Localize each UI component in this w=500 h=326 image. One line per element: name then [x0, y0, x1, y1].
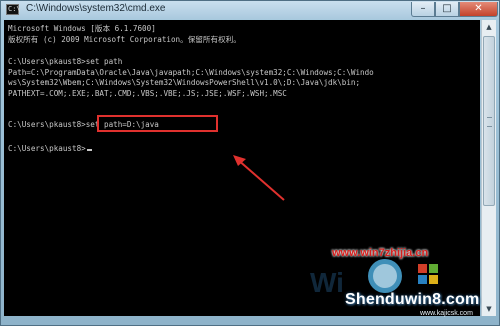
window-title: C:\Windows\system32\cmd.exe	[26, 3, 166, 14]
scroll-thumb[interactable]	[483, 36, 495, 206]
current-prompt-text: C:\Users\pkaust8>	[8, 144, 86, 153]
scroll-down-icon[interactable]: ▼	[483, 303, 495, 315]
scroll-grip-icon	[487, 117, 492, 127]
watermark-small-url: www.kajicsk.com	[420, 310, 473, 317]
console-line-prompt-set-path: C:\Users\pkaust8>set path	[8, 57, 123, 66]
console-line-path-1: Path=C:\ProgramData\Oracle\Java\javapath…	[8, 68, 374, 77]
minimize-button[interactable]: –	[411, 2, 435, 17]
scroll-up-icon[interactable]: ▲	[483, 21, 495, 33]
console-line-current-prompt[interactable]: C:\Users\pkaust8>	[8, 144, 92, 154]
maximize-button[interactable]: □	[435, 2, 459, 17]
highlight-box	[97, 115, 218, 132]
console-line-pathext: PATHEXT=.COM;.EXE;.BAT;.CMD;.VBS;.VBE;.J…	[8, 89, 287, 98]
svg-text:Wi: Wi	[310, 267, 344, 298]
console-line-version: Microsoft Windows [版本 6.1.7600]	[8, 24, 156, 33]
vertical-scrollbar[interactable]: ▲ ▼	[481, 20, 496, 316]
title-bar[interactable]: C:\ C:\Windows\system32\cmd.exe – □ ✕	[1, 1, 499, 19]
watermark-brand: Shenduwin8.com	[345, 291, 480, 308]
cmd-icon-label: C:\	[8, 5, 21, 13]
console-line-copyright: 版权所有 (c) 2009 Microsoft Corporation。保留所有…	[8, 35, 241, 44]
red-arrow-icon	[233, 155, 285, 201]
console-line-path-2: ws\System32\Wbem;C:\Windows\System32\Win…	[8, 78, 361, 87]
close-button[interactable]: ✕	[459, 2, 498, 17]
cmd-icon[interactable]: C:\	[6, 4, 21, 15]
text-cursor	[86, 149, 92, 151]
